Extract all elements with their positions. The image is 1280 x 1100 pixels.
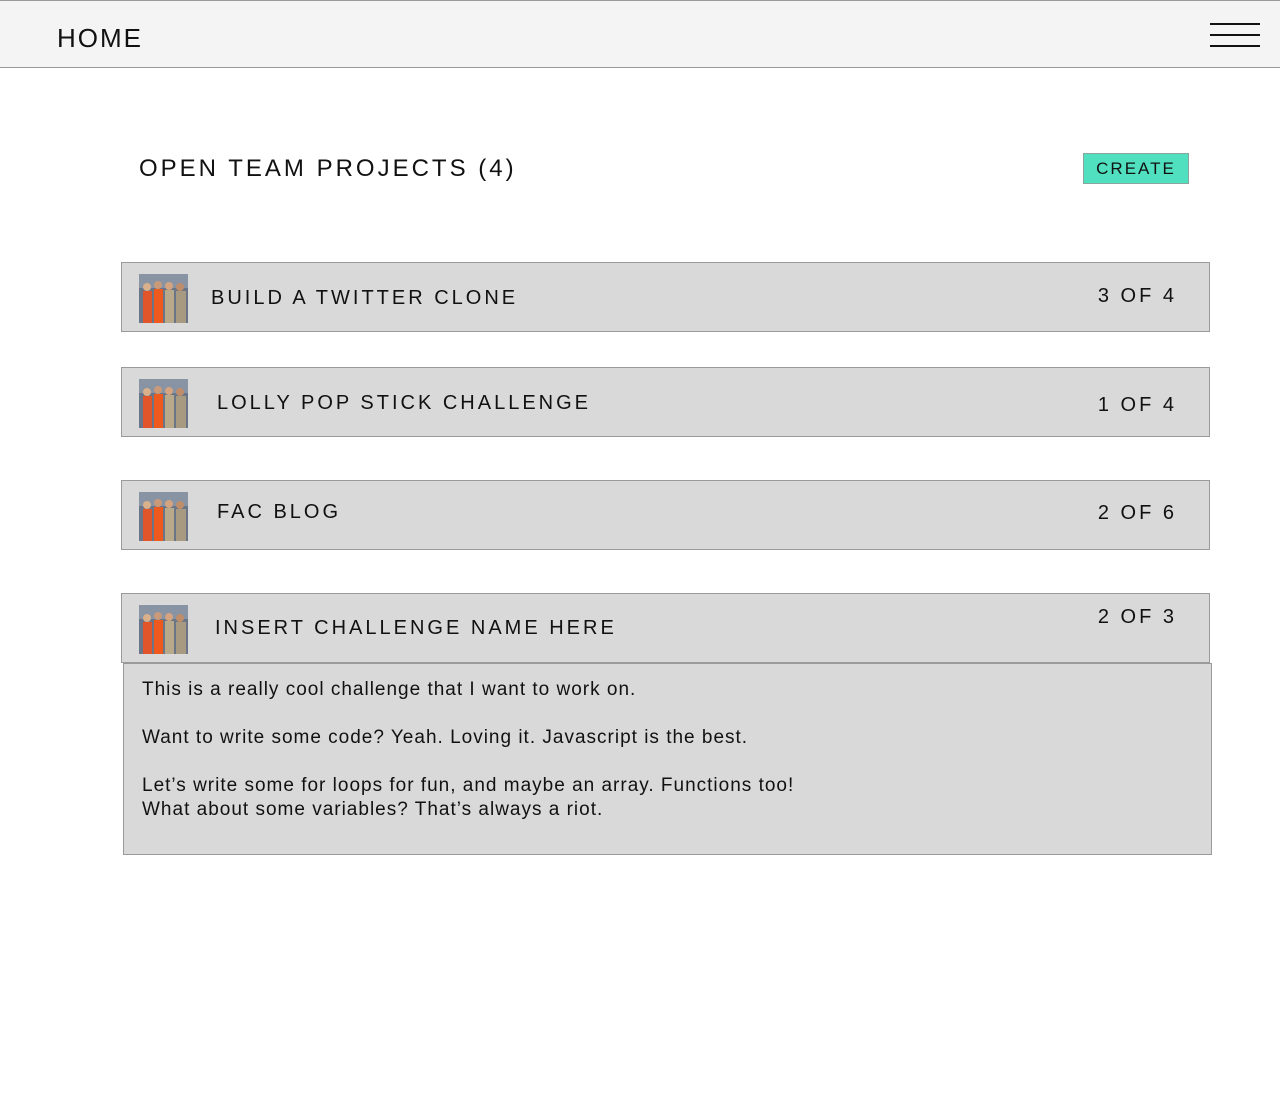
top-nav-bar: HOME: [0, 0, 1280, 68]
project-name: BUILD A TWITTER CLONE: [211, 287, 519, 309]
project-thumbnail: [139, 492, 188, 541]
project-thumbnail: [139, 605, 188, 654]
member-count: 2 OF 6: [1097, 502, 1177, 524]
project-row[interactable]: BUILD A TWITTER CLONE 3 OF 4: [121, 262, 1210, 332]
project-thumbnail: [139, 274, 188, 323]
member-count: 3 OF 4: [1097, 285, 1177, 307]
menu-line: [1210, 23, 1260, 25]
description-text: What about some variables? That’s always…: [142, 799, 604, 820]
member-count: 2 OF 3: [1097, 606, 1177, 628]
description-text: Let’s write some for loops for fun, and …: [142, 775, 795, 796]
hamburger-menu-icon[interactable]: [1210, 21, 1260, 49]
menu-line: [1210, 34, 1260, 36]
project-row[interactable]: FAC BLOG 2 OF 6: [121, 480, 1210, 550]
description-line: Want to write some code? Yeah. Loving it…: [142, 727, 749, 748]
description-line: This is a really cool challenge that I w…: [142, 679, 637, 700]
page: HOME OPEN TEAM PROJECTS (4) CREATE BUILD…: [0, 0, 1280, 1100]
project-name: LOLLY POP STICK CHALLENGE: [217, 392, 592, 414]
project-name: INSERT CHALLENGE NAME HERE: [215, 617, 617, 639]
home-link[interactable]: HOME: [57, 21, 143, 55]
project-name: FAC BLOG: [217, 501, 342, 523]
menu-line: [1210, 45, 1260, 47]
member-count: 1 OF 4: [1097, 394, 1177, 416]
project-row[interactable]: LOLLY POP STICK CHALLENGE 1 OF 4: [121, 367, 1210, 437]
project-description-panel: This is a really cool challenge that I w…: [123, 663, 1212, 855]
project-row[interactable]: INSERT CHALLENGE NAME HERE 2 OF 3: [121, 593, 1210, 663]
page-title: OPEN TEAM PROJECTS (4): [139, 155, 517, 182]
project-thumbnail: [139, 379, 188, 428]
description-line: Let’s write some for loops for fun, and …: [142, 774, 1193, 822]
create-button[interactable]: CREATE: [1083, 153, 1189, 184]
